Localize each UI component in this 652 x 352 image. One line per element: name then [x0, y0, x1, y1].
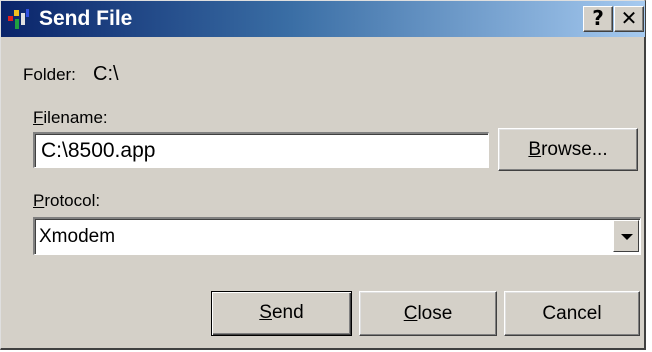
chevron-down-icon [621, 234, 633, 240]
window-title: Send File [39, 7, 133, 30]
protocol-selected-value: Xmodem [39, 226, 116, 247]
close-label-rest: lose [417, 303, 453, 324]
help-button[interactable]: ? [583, 6, 613, 32]
close-icon: ✕ [620, 6, 638, 30]
folder-value: C:\ [93, 63, 119, 85]
cancel-label: Cancel [542, 303, 602, 324]
protocol-label: Protocol: [33, 191, 100, 211]
folder-label: Folder: [23, 65, 76, 84]
filename-label-rest: ilename: [43, 108, 108, 127]
app-icon [7, 7, 31, 31]
close-window-button[interactable]: ✕ [614, 6, 644, 32]
filename-label: Filename: [33, 108, 108, 128]
protocol-label-rest: rotocol: [44, 191, 101, 210]
cancel-button[interactable]: Cancel [504, 291, 640, 336]
filename-input[interactable]: C:\8500.app [33, 132, 489, 168]
browse-label-rest: rowse... [541, 139, 608, 160]
send-file-dialog: Send File ? ✕ Folder: C:\ Filename: C:\8… [0, 0, 646, 350]
protocol-select[interactable]: Xmodem [33, 217, 641, 255]
help-icon: ? [592, 6, 604, 30]
browse-hotkey: B [528, 139, 542, 160]
browse-button[interactable]: Browse... [498, 128, 638, 171]
title-bar[interactable]: Send File ? ✕ [1, 1, 645, 37]
protocol-label-hotkey: P [33, 191, 45, 210]
close-button[interactable]: Close [359, 291, 497, 336]
filename-label-hotkey: F [33, 108, 44, 127]
protocol-dropdown-button[interactable] [613, 220, 639, 252]
filename-input-value: C:\8500.app [41, 139, 156, 162]
send-label-rest: end [271, 302, 304, 323]
send-hotkey: S [259, 302, 272, 323]
send-button[interactable]: Send [211, 291, 352, 336]
close-hotkey: C [403, 303, 418, 324]
